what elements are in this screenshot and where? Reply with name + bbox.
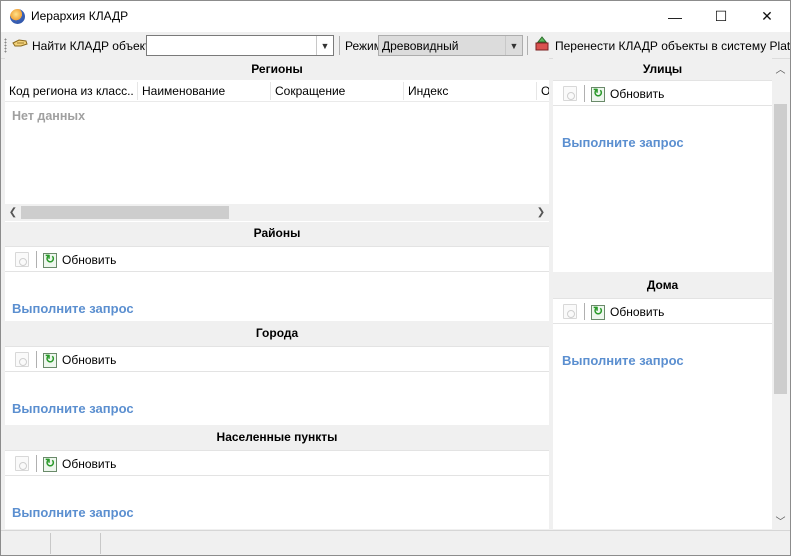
title-bar: Иерархия КЛАДР — ☐ ✕ [1, 1, 790, 32]
find-hand-icon [12, 37, 28, 54]
status-separator [50, 533, 51, 554]
houses-request-link[interactable]: Выполните запрос [562, 353, 684, 368]
streets-request-link[interactable]: Выполните запрос [562, 135, 684, 150]
cities-header: Города [5, 322, 549, 344]
settlements-toolbar: Обновить [5, 450, 549, 476]
houses-toolbar: Обновить [553, 298, 772, 324]
maximize-button[interactable]: ☐ [698, 1, 744, 32]
search-disabled-icon [563, 86, 577, 101]
regions-empty-text: Нет данных [12, 109, 86, 123]
toolbar-separator [36, 351, 37, 368]
find-kladr-input[interactable]: ▼ [146, 35, 334, 56]
refresh-label: Обновить [610, 305, 665, 319]
regions-header: Регионы [5, 58, 549, 80]
toolbar-separator [36, 251, 37, 268]
app-globe-icon [10, 9, 25, 24]
chevron-down-icon[interactable]: ▼ [505, 36, 522, 55]
find-kladr-label: Найти КЛАДР объект [32, 38, 151, 53]
districts-toolbar: Обновить [5, 246, 549, 272]
streets-panel [553, 80, 772, 272]
toolbar-separator [584, 303, 585, 320]
scroll-up-icon[interactable]: ︿ [772, 60, 789, 77]
refresh-icon [43, 456, 57, 472]
scroll-down-icon[interactable]: ﹀ [772, 512, 789, 529]
houses-refresh-button[interactable]: Обновить [591, 303, 664, 321]
vertical-scrollbar[interactable]: ︿ ﹀ [772, 60, 789, 529]
toolbar-grip[interactable] [4, 38, 7, 53]
chevron-down-icon[interactable]: ▼ [316, 36, 333, 55]
search-disabled-icon [563, 304, 577, 319]
scroll-left-icon[interactable]: ❮ [5, 204, 21, 221]
toolbar-separator [339, 36, 340, 55]
search-disabled-icon [15, 456, 29, 471]
regions-horizontal-scrollbar[interactable]: ❮ ❯ [5, 204, 549, 221]
mode-value: Древовидный [382, 39, 459, 53]
settlements-request-link[interactable]: Выполните запрос [12, 505, 134, 520]
column-region-code[interactable]: Код региона из класс... [9, 84, 134, 98]
settlements-header: Населенные пункты [5, 426, 549, 448]
toolbar-separator [36, 455, 37, 472]
search-disabled-icon [15, 352, 29, 367]
toolbar-separator [527, 36, 528, 55]
refresh-label: Обновить [62, 253, 117, 267]
status-bar [1, 530, 790, 555]
streets-toolbar: Обновить [553, 80, 772, 106]
column-index[interactable]: Индекс [408, 84, 533, 98]
column-o[interactable]: О [541, 84, 549, 98]
find-kladr-button[interactable]: Найти КЛАДР объект [12, 36, 151, 55]
cities-refresh-button[interactable]: Обновить [43, 351, 116, 369]
status-separator [100, 533, 101, 554]
column-abbreviation[interactable]: Сокращение [275, 84, 400, 98]
refresh-icon [591, 304, 605, 320]
column-divider[interactable] [137, 82, 138, 100]
scroll-right-icon[interactable]: ❯ [533, 204, 549, 221]
minimize-button[interactable]: — [652, 1, 698, 32]
settlements-refresh-button[interactable]: Обновить [43, 455, 116, 473]
districts-refresh-button[interactable]: Обновить [43, 251, 116, 269]
cities-toolbar: Обновить [5, 346, 549, 372]
districts-request-link[interactable]: Выполните запрос [12, 301, 134, 316]
regions-grid-header: Код региона из класс... Наименование Сок… [5, 80, 549, 102]
toolbar-separator [584, 85, 585, 102]
districts-header: Районы [5, 222, 549, 244]
streets-header: Улицы [553, 58, 772, 80]
refresh-label: Обновить [62, 457, 117, 471]
close-button[interactable]: ✕ [744, 1, 790, 32]
mode-select[interactable]: Древовидный ▼ [378, 35, 523, 56]
window-title: Иерархия КЛАДР [31, 9, 129, 23]
main-toolbar: Найти КЛАДР объект ▼ Режим Древовидный ▼… [1, 32, 790, 59]
column-divider[interactable] [270, 82, 271, 100]
transfer-icon [534, 36, 551, 55]
refresh-icon [43, 352, 57, 368]
horizontal-scroll-thumb[interactable] [21, 206, 229, 219]
column-divider[interactable] [403, 82, 404, 100]
refresh-label: Обновить [610, 87, 665, 101]
transfer-kladr-button[interactable]: Перенести КЛАДР объекты в систему Platex [534, 36, 791, 55]
refresh-icon [591, 86, 605, 102]
column-name[interactable]: Наименование [142, 84, 267, 98]
refresh-label: Обновить [62, 353, 117, 367]
refresh-icon [43, 252, 57, 268]
column-divider[interactable] [536, 82, 537, 100]
mode-label: Режим [345, 39, 382, 53]
houses-panel [553, 298, 772, 529]
kladr-window: Иерархия КЛАДР — ☐ ✕ Найти КЛАДР объект … [0, 0, 791, 556]
houses-header: Дома [553, 274, 772, 296]
vertical-scroll-thumb[interactable] [774, 104, 787, 394]
search-disabled-icon [15, 252, 29, 267]
cities-request-link[interactable]: Выполните запрос [12, 401, 134, 416]
streets-refresh-button[interactable]: Обновить [591, 85, 664, 103]
transfer-kladr-label: Перенести КЛАДР объекты в систему Platex [555, 38, 791, 53]
